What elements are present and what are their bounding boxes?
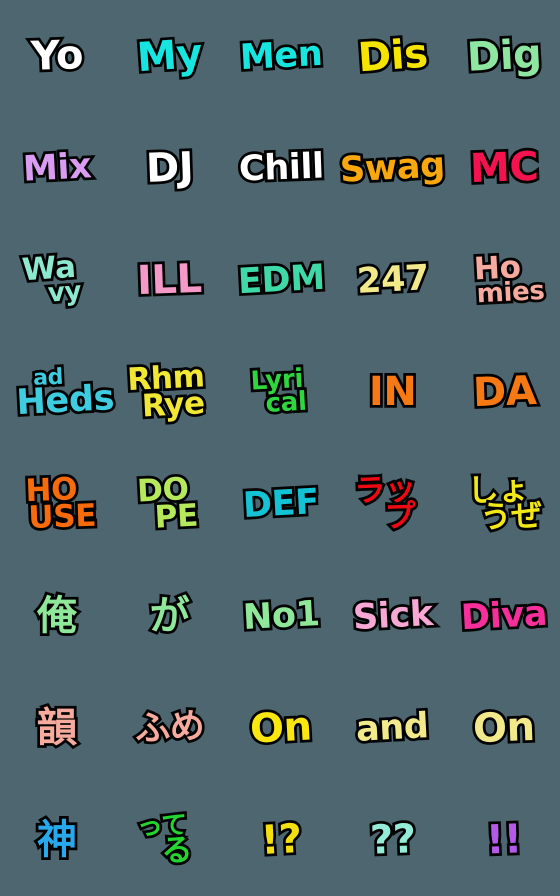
sticker-artwork: No1 [239,591,323,640]
sticker-artwork: !! [483,813,526,866]
sticker-artwork: Swag [336,142,448,193]
emoji-sticker-r3c1[interactable]: Wa vy [0,224,114,336]
sticker-artwork: ってる [134,808,196,872]
emoji-sticker-r3c2[interactable]: ILL [114,224,226,336]
emoji-sticker-r8c1[interactable]: 神 [0,784,114,896]
emoji-sticker-r3c5[interactable]: Ho mies [448,224,560,336]
sticker-artwork: 韻 [34,704,79,751]
sticker-artwork: DA [469,365,539,419]
emoji-sticker-r7c5[interactable]: On [448,672,560,784]
sticker-line-bottom: mies [473,273,548,312]
emoji-sticker-r1c5[interactable]: Dig [448,0,560,112]
sticker-line-bottom: うぜ [477,495,545,539]
sticker-artwork: Men [236,31,326,81]
emoji-sticker-r2c3[interactable]: Chill [225,112,337,224]
sticker-artwork: EDM [234,255,328,305]
sticker-artwork: ラップ [351,468,419,538]
sticker-artwork: Yo [27,29,86,82]
emoji-sticker-r1c1[interactable]: Yo [0,0,114,112]
emoji-sticker-r4c4[interactable]: IN [337,336,449,448]
sticker-artwork: On [246,700,316,755]
sticker-artwork: DEF [239,479,322,528]
emoji-sticker-r2c5[interactable]: MC [448,112,560,224]
sticker-line-bottom: cal [262,384,310,422]
sticker-artwork: が [147,592,192,639]
emoji-sticker-r4c2[interactable]: Rhm Rye [114,336,226,448]
emoji-sticker-r7c1[interactable]: 韻 [0,672,114,784]
emoji-sticker-r5c3[interactable]: DEF [225,448,337,560]
sticker-line-bottom: vy [44,274,85,312]
emoji-sticker-r8c4[interactable]: ?? [337,784,449,896]
emoji-sticker-r7c4[interactable]: and [337,672,449,784]
sticker-artwork: MC [466,141,541,195]
emoji-sticker-r2c1[interactable]: Mix [0,112,114,224]
emoji-sticker-r8c3[interactable]: !? [225,784,337,896]
sticker-artwork: 247 [353,255,433,304]
sticker-artwork: IN [366,368,419,415]
sticker-line-bottom: る [158,829,195,872]
sticker-artwork: ?? [366,813,419,866]
sticker-line-bottom: PE [151,495,202,539]
sticker-artwork: Dig [463,28,545,83]
sticker-artwork: Dis [354,27,432,83]
sticker-artwork: ad Heds [0,362,118,426]
emoji-sticker-r1c4[interactable]: Dis [337,0,449,112]
emoji-sticker-r7c2[interactable]: ふめ [114,672,226,784]
emoji-sticker-r1c3[interactable]: Men [225,0,337,112]
emoji-sticker-r3c4[interactable]: 247 [337,224,449,336]
emoji-sticker-grid: Yo My Men Dis Dig Mix DJ Chill Swag MC Wa vy ILL EDM 2… [0,0,560,896]
emoji-sticker-r3c3[interactable]: EDM [225,224,337,336]
sticker-artwork: HO USE [17,468,99,539]
sticker-artwork: Rhm Rye [123,355,208,427]
sticker-artwork: Chill [235,144,327,192]
emoji-sticker-r8c5[interactable]: !! [448,784,560,896]
sticker-line-bottom: Rye [138,382,208,427]
emoji-sticker-r4c5[interactable]: DA [448,336,560,448]
emoji-sticker-r2c4[interactable]: Swag [336,112,448,224]
emoji-sticker-r8c2[interactable]: ってる [114,784,226,896]
emoji-sticker-r4c3[interactable]: Lyri cal [225,336,337,448]
emoji-sticker-r6c2[interactable]: が [114,560,226,672]
sticker-artwork: Diva [457,591,551,641]
emoji-sticker-r5c4[interactable]: ラップ [337,448,449,560]
emoji-sticker-r1c2[interactable]: My [114,0,226,112]
sticker-artwork: and [353,703,433,752]
sticker-artwork: Sick [349,591,436,641]
emoji-sticker-r6c3[interactable]: No1 [225,560,337,672]
sticker-artwork: ふめ [131,703,208,752]
sticker-artwork: 神 [34,816,79,863]
sticker-artwork: On [470,701,539,755]
emoji-sticker-r4c1[interactable]: ad Heds [0,336,118,448]
sticker-artwork: Wa vy [18,246,85,312]
emoji-sticker-r6c4[interactable]: Sick [337,560,449,672]
sticker-artwork: !? [257,813,306,867]
emoji-sticker-r7c3[interactable]: On [225,672,337,784]
sticker-artwork: Lyri cal [247,361,310,422]
emoji-sticker-r5c5[interactable]: しょ うぜ [448,448,560,560]
sticker-artwork: Mix [19,143,95,192]
emoji-sticker-r6c1[interactable]: 俺 [0,560,114,672]
sticker-artwork: 俺 [34,592,79,639]
emoji-sticker-r5c1[interactable]: HO USE [0,448,114,560]
sticker-artwork: DO PE [133,468,202,539]
emoji-sticker-r2c2[interactable]: DJ [114,112,226,224]
emoji-sticker-r6c5[interactable]: Diva [448,560,560,672]
sticker-line-bottom: USE [25,495,99,539]
sticker-line-bottom: プ [381,495,418,538]
sticker-artwork: Ho mies [463,246,549,312]
sticker-artwork: しょ うぜ [464,468,545,539]
sticker-artwork: ILL [134,253,206,307]
sticker-line-bottom: Heds [13,375,118,426]
sticker-artwork: My [133,28,207,84]
sticker-artwork: DJ [142,141,196,194]
emoji-sticker-r5c2[interactable]: DO PE [114,448,226,560]
